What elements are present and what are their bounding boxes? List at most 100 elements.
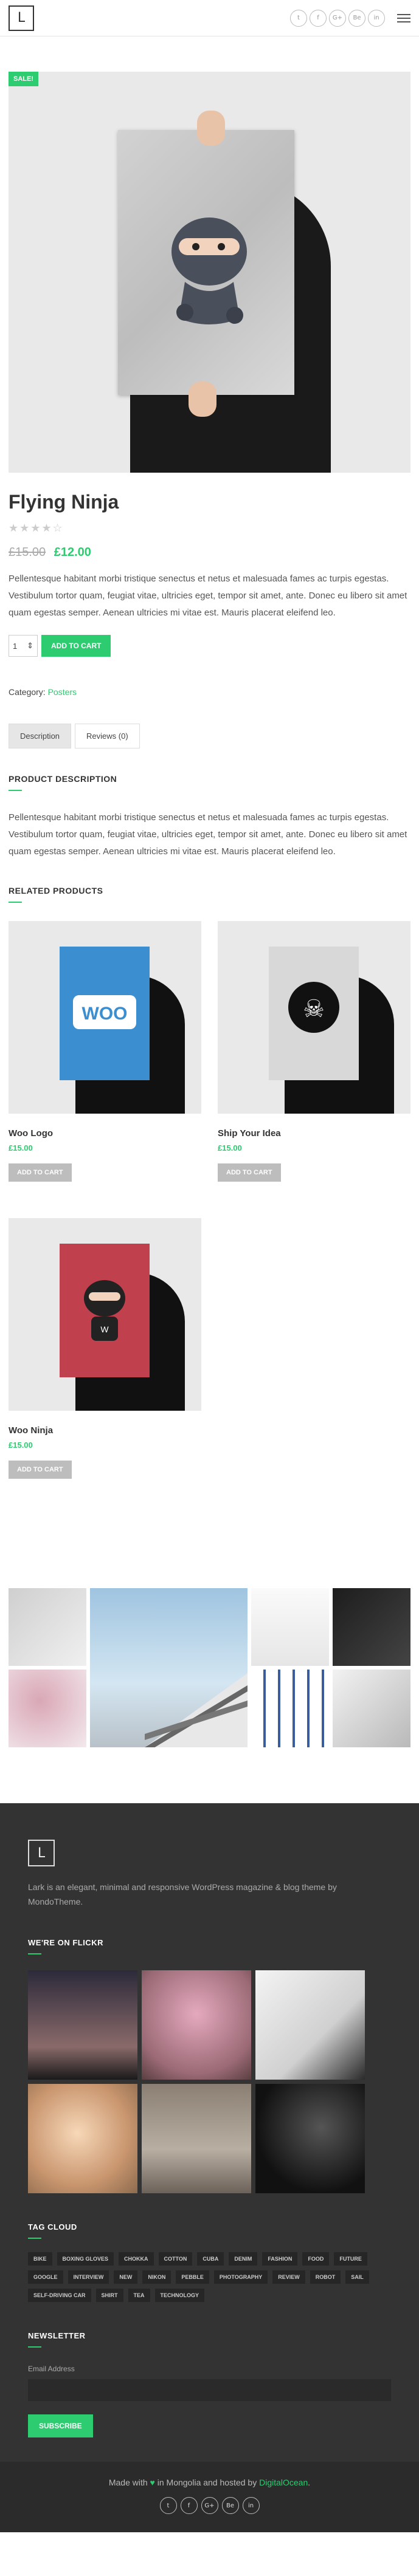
add-to-cart-button[interactable]: ADD TO CART [9,1163,72,1182]
add-to-cart-button[interactable]: ADD TO CART [218,1163,281,1182]
tag-cloud-heading: TAG CLOUD [28,2222,77,2232]
flickr-photo[interactable] [28,1970,137,2080]
gallery-photo[interactable] [333,1670,410,1747]
behance-icon[interactable]: Be [348,9,365,27]
gallery-photo[interactable] [9,1670,86,1747]
credits-line: Made with ♥ in Mongolia and hosted by Di… [108,2478,311,2487]
gallery-photo[interactable] [251,1670,329,1747]
flickr-photo[interactable] [28,2084,137,2193]
product-name[interactable]: Ship Your Idea [218,1128,410,1139]
tag-link[interactable]: BOXING GLOVES [57,2252,114,2266]
linkedin-icon[interactable]: in [368,9,385,27]
related-product[interactable]: ☠ Ship Your Idea £15.00 ADD TO CART [218,921,410,1182]
host-link[interactable]: DigitalOcean [259,2478,308,2487]
linkedin-icon[interactable]: in [242,2497,260,2514]
twitter-icon[interactable]: t [290,9,307,27]
twitter-icon[interactable]: t [159,2497,177,2514]
product-name[interactable]: Woo Logo [9,1128,201,1139]
flying-ninja-art [171,218,247,324]
tag-link[interactable]: FOOD [302,2252,330,2266]
tag-link[interactable]: SAIL [345,2270,369,2284]
poster: WOO [60,947,150,1080]
tag-link[interactable]: DENIM [229,2252,258,2266]
tag-link[interactable]: BIKE [28,2252,52,2266]
tag-link[interactable]: FUTURE [334,2252,367,2266]
tag-link[interactable]: TECHNOLOGY [154,2289,205,2302]
site-logo[interactable]: L [9,5,34,31]
tag-link[interactable]: SELF-DRIVING CAR [28,2289,91,2302]
tag-link[interactable]: PHOTOGRAPHY [213,2270,268,2284]
heading-underline [28,2238,41,2239]
product-price: £15.00 £12.00 [9,546,410,560]
poster [118,130,294,395]
svg-text:WOO: WOO [82,1004,128,1024]
related-heading: RELATED PRODUCTS [9,886,103,896]
tag-link[interactable]: ROBOT [310,2270,341,2284]
product-category: Category: Posters [9,687,410,697]
gallery-photo[interactable] [251,1588,329,1666]
tag-link[interactable]: INTERVIEW [68,2270,109,2284]
subscribe-button[interactable]: SUBSCRIBE [28,2414,93,2437]
flickr-photo[interactable] [255,2084,365,2193]
tag-link[interactable]: NEW [114,2270,138,2284]
tag-link[interactable]: FASHION [262,2252,298,2266]
related-products: WOO Woo Logo £15.00 ADD TO CART ☠ Ship Y… [9,921,410,1515]
flickr-photo[interactable] [255,1970,365,2080]
quantity-arrows-icon[interactable]: ⇕ [27,641,33,651]
flickr-photo[interactable] [142,2084,251,2193]
facebook-icon[interactable]: f [310,9,327,27]
tag-link[interactable]: COTTON [158,2252,193,2266]
tag-cloud: BIKE BOXING GLOVES CHOKKA COTTON CUBA DE… [28,2252,391,2302]
gallery-photo[interactable] [90,1588,248,1747]
main-content: SALE! Flying Ninja ★★★★☆ £15.00 £12.00 P… [0,72,419,1747]
rating-stars[interactable]: ★★★★☆ [9,522,410,535]
quantity-stepper[interactable]: 1 ⇕ [9,635,38,657]
footer-about: Lark is an elegant, minimal and responsi… [28,1882,337,1906]
short-description: Pellentesque habitant morbi tristique se… [9,574,407,618]
related-product[interactable]: WOO Woo Logo £15.00 ADD TO CART [9,921,201,1182]
product-name[interactable]: Woo Ninja [9,1425,201,1436]
behance-icon[interactable]: Be [221,2497,239,2514]
google-plus-icon[interactable]: G+ [329,9,346,27]
quantity-value[interactable]: 1 [13,642,17,651]
credits-made-with: Made with [108,2478,148,2487]
old-price: £15.00 [9,546,46,559]
gallery-photo[interactable] [9,1588,86,1666]
tag-link[interactable]: TEA [128,2289,150,2302]
tag-link[interactable]: PEBBLE [176,2270,209,2284]
add-to-cart-form: 1 ⇕ ADD TO CART [9,635,410,657]
product-image[interactable]: SALE! [9,72,410,473]
product-thumbnail[interactable]: W [9,1218,201,1411]
gallery-photo[interactable] [333,1588,410,1666]
tab-description[interactable]: Description [9,724,72,748]
category-link[interactable]: Posters [48,687,77,697]
tag-link[interactable]: CUBA [197,2252,224,2266]
add-to-cart-button[interactable]: ADD TO CART [9,1461,72,1479]
related-product[interactable]: W Woo Ninja £15.00 ADD TO CART [9,1218,201,1479]
tag-link[interactable]: CHOKKA [119,2252,154,2266]
photo-gallery [9,1588,410,1747]
facebook-icon[interactable]: f [180,2497,198,2514]
product-thumbnail[interactable]: ☠ [218,921,410,1114]
tag-link[interactable]: REVIEW [272,2270,305,2284]
add-to-cart-button[interactable]: ADD TO CART [41,635,111,657]
heading-underline [28,2346,41,2348]
poster: W [60,1244,150,1377]
product-price: £15.00 [218,1143,242,1153]
product-thumbnail[interactable]: WOO [9,921,201,1114]
woo-ninja-art: W [84,1280,125,1341]
footer-bottom: Made with ♥ in Mongolia and hosted by Di… [0,2462,419,2532]
sale-price: £12.00 [54,546,91,559]
credits-location: in Mongolia and hosted by [157,2478,257,2487]
hamburger-menu-icon[interactable] [397,13,410,22]
email-field[interactable] [28,2379,391,2401]
footer-logo[interactable]: L [28,1840,55,1866]
google-plus-icon[interactable]: G+ [201,2497,218,2514]
product-price: £15.00 [9,1440,33,1450]
tab-reviews[interactable]: Reviews (0) [75,724,140,748]
tag-link[interactable]: NIKON [142,2270,171,2284]
tag-link[interactable]: SHIRT [95,2289,123,2302]
flickr-photo[interactable] [142,1970,251,2080]
svg-text:☠: ☠ [303,995,325,1023]
tag-link[interactable]: GOOGLE [28,2270,63,2284]
